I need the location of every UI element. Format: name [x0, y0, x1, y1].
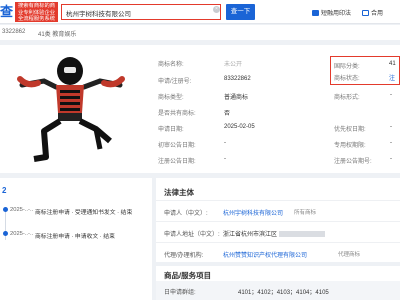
- reg-pub-num-label: 注册公告期号:: [334, 159, 372, 165]
- legal-subject-panel: 法律主体 申请人（中文）: 杭州宇树科技有限公司 所有商标 申请人地址（中文）:…: [156, 178, 400, 262]
- priority-label: 优先权日期:: [334, 127, 366, 133]
- search-input-value: 杭州宇树科技有限公司: [66, 11, 131, 18]
- agent-row: 代理/办理机构: 杭州赞赞知识产权代理有限公司 代理商标: [156, 242, 400, 263]
- prelim-value: -: [224, 140, 226, 146]
- promo-banner[interactable]: 搜索有商标的商业专利体验企业全流程服务系统: [15, 2, 58, 22]
- reg-pub-value: -: [224, 156, 226, 162]
- sms-icon: [312, 10, 319, 16]
- agent-trademarks-link[interactable]: 代理商标: [338, 250, 360, 258]
- site-logo[interactable]: 查: [0, 3, 15, 21]
- address-value: 浙江省杭州市滨江区: [223, 229, 326, 238]
- applicant-row: 申请人（中文）: 杭州宇树科技有限公司 所有商标: [156, 200, 400, 221]
- name-label: 商标名称:: [158, 62, 184, 68]
- group-value: 4101；4102；4103；4104；4105: [238, 290, 329, 296]
- prelim-label: 初审公告日期:: [158, 143, 196, 149]
- flow-item-text: 商标注册申请 · 申请收文 · 结束: [35, 234, 115, 240]
- top-bar: 查 搜索有商标的商业专利体验企业全流程服务系统 杭州宇树科技有限公司 × 查一下…: [0, 0, 400, 24]
- apply-date-label: 申请日期:: [158, 127, 184, 133]
- group-label: 日申请群组:: [164, 290, 196, 296]
- trademark-image: [0, 49, 150, 169]
- legal-title: 法律主体: [164, 188, 194, 197]
- class-fragment: 41类 教育娱乐: [38, 32, 77, 38]
- type-value: 普通商标: [224, 95, 249, 101]
- process-flow-panel: 2 2025-..-.. 商标注册申请 · 受理通知书发文 · 结束 2025-…: [0, 178, 152, 300]
- shared-value: 否: [224, 111, 231, 117]
- app-link[interactable]: 合用: [362, 8, 383, 17]
- shared-label: 是否共有商标:: [158, 111, 196, 117]
- applicant-label: 申请人（中文）:: [164, 211, 208, 217]
- status-label: 商标状态:: [334, 76, 360, 82]
- flow-item-date: 2025-..-..: [10, 231, 34, 237]
- goods-row: 日申请群组: 4101；4102；4103；4104；4105: [156, 281, 400, 300]
- address-text: 浙江省杭州市滨江区: [223, 232, 278, 238]
- address-label: 申请人地址（中文）:: [164, 232, 220, 238]
- exclusive-value: -: [390, 140, 392, 146]
- goods-services-panel: 商品/服务项目 日申请群组: 4101；4102；4103；4104；4105: [156, 266, 400, 300]
- app-label: 合用: [371, 11, 384, 17]
- form-label: 商标形式:: [334, 95, 360, 101]
- flow-item-text: 商标注册申请 · 受理通知书发文 · 结束: [35, 210, 133, 216]
- form-value: -: [390, 92, 392, 98]
- agent-label: 代理/办理机构:: [164, 253, 204, 259]
- redacted-mask: [279, 231, 326, 237]
- all-trademarks-link[interactable]: 所有商标: [294, 208, 316, 216]
- agent-link[interactable]: 杭州赞赞知识产权代理有限公司: [223, 250, 307, 259]
- timeline-dot-icon: [3, 207, 8, 212]
- reg-label: 申请/注册号:: [158, 79, 192, 85]
- app-icon: [362, 10, 369, 16]
- type-label: 商标类型:: [158, 95, 184, 101]
- reg-value: 83322862: [224, 76, 251, 82]
- intl-class-label: 国际分类:: [334, 64, 360, 70]
- robot-figure-image: [17, 57, 125, 162]
- clear-icon[interactable]: ×: [213, 6, 220, 13]
- flow-title: 2: [2, 186, 7, 195]
- trademark-card: 商标名称: 未公开 申请/注册号: 83322862 商标类型: 普通商标 是否…: [0, 45, 400, 173]
- reg-number-fragment: 3322862: [2, 29, 26, 35]
- search-button[interactable]: 查一下: [226, 4, 255, 20]
- goods-title: 商品/服务项目: [164, 271, 212, 280]
- priority-value: -: [390, 124, 392, 130]
- exclusive-label: 专用权期限:: [334, 143, 366, 149]
- sub-header: 3322862 41类 教育娱乐: [0, 25, 400, 40]
- reg-pub-num-value: -: [390, 156, 392, 162]
- sms-label: 短融用印法: [321, 11, 352, 17]
- search-input[interactable]: 杭州宇树科技有限公司: [61, 4, 221, 20]
- reg-pub-label: 注册公告日期:: [158, 159, 196, 165]
- apply-date-value: 2025-02-05: [224, 124, 255, 130]
- timeline-dot-icon: [3, 231, 8, 236]
- trademark-info-grid: 商标名称: 未公开 申请/注册号: 83322862 商标类型: 普通商标 是否…: [152, 45, 400, 173]
- highlight-box: 国际分类: 41 商标状态: 注: [330, 56, 400, 85]
- sms-link[interactable]: 短融用印法: [312, 8, 351, 17]
- name-value: 未公开: [224, 62, 243, 68]
- intl-class-value: 41: [389, 61, 396, 67]
- applicant-link[interactable]: 杭州宇树科技有限公司: [223, 208, 283, 217]
- flow-item-date: 2025-..-..: [10, 207, 34, 213]
- status-value[interactable]: 注: [389, 76, 395, 82]
- address-row: 申请人地址（中文）: 浙江省杭州市滨江区: [156, 221, 400, 242]
